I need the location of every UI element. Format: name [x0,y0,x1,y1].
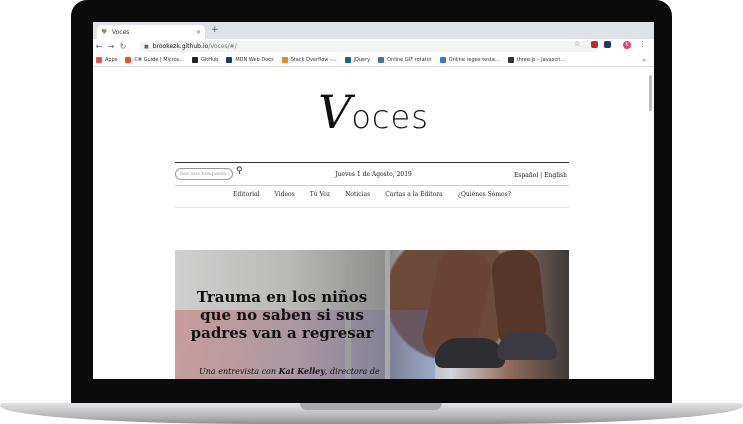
address-bar[interactable]: ■ brookezk.github.io/Voces/#/ [139,41,599,52]
logo-v: V [318,85,352,139]
url-path: /Voces/#/ [208,43,237,50]
header-divider [175,162,569,163]
nav-divider [175,207,569,208]
bookmarks-bar: Apps C# Guide | Micros... GitHub MDN Web Do… [93,54,654,67]
bookmark-label: jQuery [353,57,371,63]
tab-close-icon[interactable]: × [196,29,201,36]
nav-item[interactable]: ¿Quiénes Sómos? [458,191,511,198]
bookmark-favicon-icon [125,57,132,63]
bookmark-favicon-icon [378,57,385,63]
hero-subtitle-name: Kat Kelley [278,366,325,376]
hero-article[interactable]: Trauma en los niños que no saben si sus … [175,250,569,379]
site-logo[interactable]: Voces [93,85,654,139]
forward-arrow-icon[interactable]: → [105,42,117,51]
bookmark-label: Online GIF rotator [387,57,432,63]
hero-image-chair-leg-2 [385,250,390,379]
bookmark-item[interactable]: GitHub [192,57,218,63]
bookmark-item[interactable]: three.js – Javascri... [507,57,566,63]
bookmark-favicon-icon [281,57,288,63]
bookmark-label: three.js – Javascri... [516,57,566,63]
bookmark-star-icon[interactable]: ☆ [574,40,580,48]
bookmark-label: Apps [105,57,118,63]
bookmark-item[interactable]: C# Guide | Micros... [125,57,184,63]
bookmark-item[interactable]: MDN Web Docs [226,57,274,63]
nav-item[interactable]: Tú Voz [310,191,330,198]
nav-item[interactable]: Cartas a la Editora [385,191,443,198]
voces-favicon-icon: ♥ [101,27,108,36]
laptop-screen: ♥ Voces × + ← → ↻ ■ brookezk.github.io/V… [93,22,654,379]
bookmark-item[interactable]: Online regex teste... [439,57,500,63]
bookmark-label: Online regex teste... [448,57,500,63]
bookmark-item[interactable]: Stack Overflow -... [281,57,337,63]
bookmarks-overflow-icon[interactable]: » [642,57,646,64]
lock-icon: ■ [144,43,149,50]
url-host: brookezk.github.io [152,43,209,50]
hero-image-sneaker [435,338,505,368]
nav-item[interactable]: Videos [275,191,295,198]
hero-subtitle-prefix: Una entrevista con [199,367,279,376]
main-nav: Editorial Videos Tú Voz Noticias Cartas a la… [175,191,569,198]
language-switch[interactable]: Español | English [514,172,567,179]
bookmark-label: MDN Web Docs [235,57,274,63]
hero-subtitle-suffix: , directora de [324,367,380,376]
laptop-notch [300,403,442,410]
extension-red-icon[interactable] [591,41,598,48]
current-date: Jueves 1 de Agosto, 2019 [335,171,412,178]
browser-tab[interactable]: ♥ Voces × [97,25,205,39]
tab-strip: ♥ Voces × + [93,22,654,39]
hero-image-sneaker-2 [497,332,557,360]
bookmark-label: GitHub [201,57,219,63]
reload-icon[interactable]: ↻ [117,42,129,51]
back-arrow-icon[interactable]: ← [93,42,105,51]
logo-text: oces [351,98,429,136]
extension-dark-icon[interactable] [604,41,611,48]
header-divider-2 [175,185,569,186]
bookmark-favicon-icon [192,57,199,63]
browser-menu-icon[interactable]: ⋮ [639,40,646,48]
profile-avatar[interactable]: K [623,41,631,49]
bookmark-favicon-icon [96,57,102,63]
hero-title[interactable]: Trauma en los niños que no saben si sus … [187,288,377,342]
bookmark-label: C# Guide | Micros... [134,57,185,63]
bookmark-favicon-icon [344,57,351,63]
browser-toolbar: ← → ↻ ■ brookezk.github.io/Voces/#/ [93,39,654,54]
bookmark-favicon-icon [439,57,446,63]
bookmark-item[interactable]: Apps [96,57,117,63]
web-page: Voces haz una búsqueda... ⚲ Jueves 1 de … [93,67,654,379]
bookmark-favicon-icon [226,57,233,63]
bookmark-item[interactable]: Online GIF rotator [378,57,432,63]
hero-subtitle: Una entrevista con Kat Kelley, directora… [199,366,449,376]
new-tab-button[interactable]: + [211,25,219,35]
nav-item[interactable]: Editorial [233,191,259,198]
nav-item[interactable]: Noticias [345,191,370,198]
bookmark-favicon-icon [507,57,514,63]
bookmark-label: Stack Overflow -... [290,57,337,63]
tab-title: Voces [112,28,130,36]
bookmark-item[interactable]: jQuery [344,57,371,63]
